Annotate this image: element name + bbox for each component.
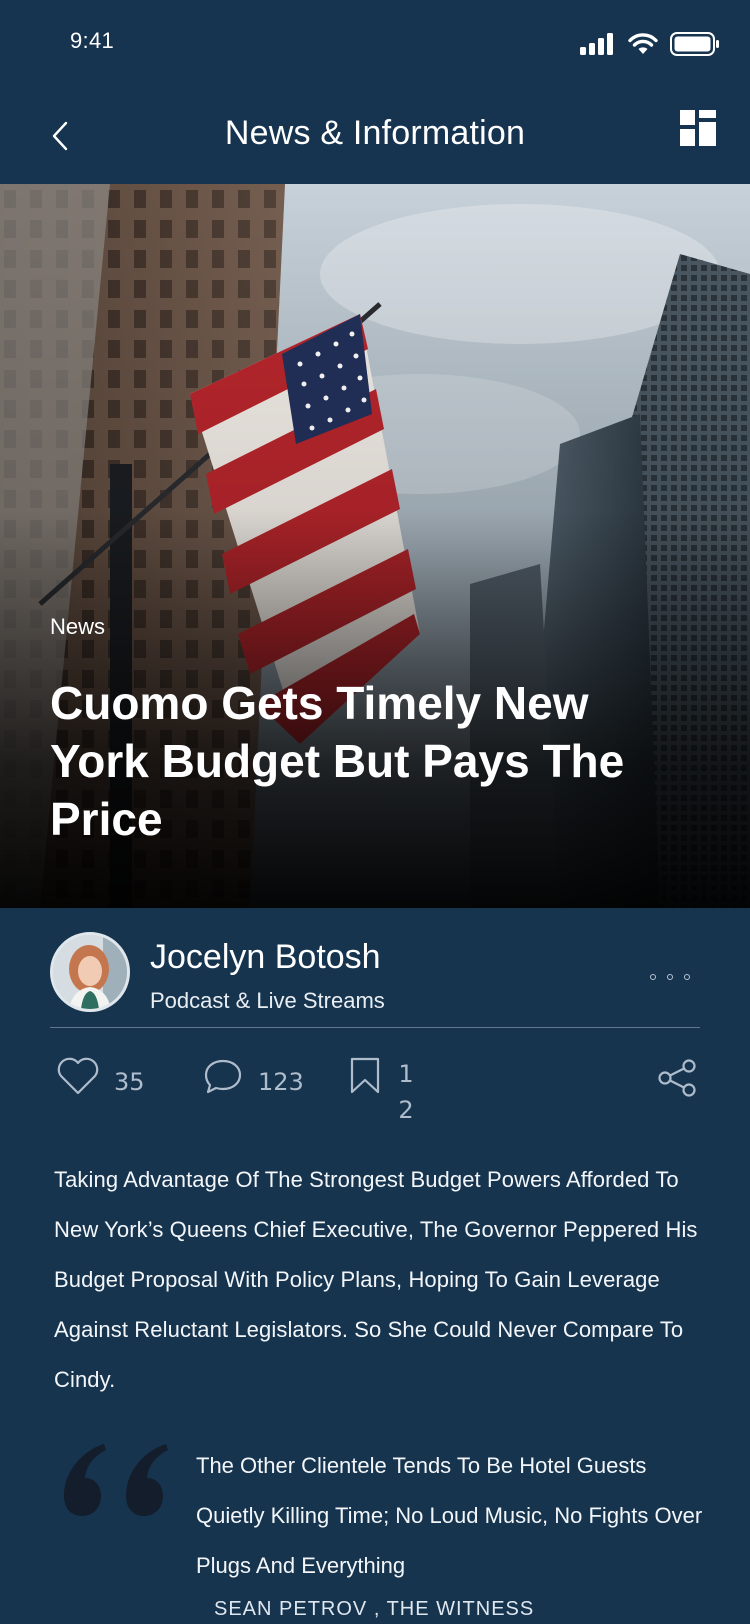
wifi-icon [628, 33, 658, 54]
hero-banner[interactable]: News Cuomo Gets Timely New York Budget B… [0, 184, 750, 908]
avatar-image [53, 935, 127, 1009]
page-title: News & Information [224, 114, 526, 152]
grid-icon [680, 110, 716, 146]
author-name[interactable]: Jocelyn Botosh [150, 938, 381, 977]
comment-count: 123 [258, 1068, 304, 1096]
quote-text: The Other Clientele Tends To Be Hotel Gu… [196, 1453, 703, 1578]
share-button[interactable] [656, 1058, 698, 1103]
author-role: Podcast & Live Streams [150, 988, 385, 1013]
nav-bar: News & Information [0, 88, 750, 184]
hero-category: News [50, 614, 106, 639]
more-dot-icon [667, 974, 673, 980]
bookmark-button[interactable]: 12 [348, 1056, 416, 1128]
comment-button[interactable]: 123 [202, 1056, 304, 1096]
more-options-button[interactable] [650, 970, 690, 984]
avatar[interactable] [50, 932, 130, 1012]
bookmark-count: 12 [398, 1060, 414, 1124]
quote-mark-icon [64, 1444, 168, 1516]
grid-view-button[interactable] [680, 110, 720, 150]
heart-icon [57, 1057, 99, 1095]
news-detail-screen: 9:41 News & Information News Cuomo Gets … [0, 0, 750, 1624]
cellular-signal-icon [580, 33, 613, 55]
author-card: Jocelyn Botosh Podcast & Live Streams [50, 932, 700, 1028]
engagement-bar: 35 123 12 [0, 1056, 750, 1136]
like-count: 35 [114, 1068, 145, 1096]
hero-headline: Cuomo Gets Timely New York Budget But Pa… [50, 677, 625, 845]
article-body: Taking Advantage Of The Strongest Budget… [54, 1167, 698, 1392]
bookmark-icon [350, 1057, 380, 1094]
like-button[interactable]: 35 [56, 1056, 145, 1096]
more-dot-icon [684, 974, 690, 980]
share-icon [658, 1059, 696, 1097]
quote-author: SEAN PETROV , THE WITNESS [214, 1598, 535, 1620]
battery-icon [670, 32, 719, 56]
status-time: 9:41 [70, 28, 115, 53]
status-icons [580, 32, 720, 56]
more-dot-icon [650, 974, 656, 980]
comment-icon [204, 1059, 242, 1094]
status-bar: 9:41 [0, 0, 750, 88]
